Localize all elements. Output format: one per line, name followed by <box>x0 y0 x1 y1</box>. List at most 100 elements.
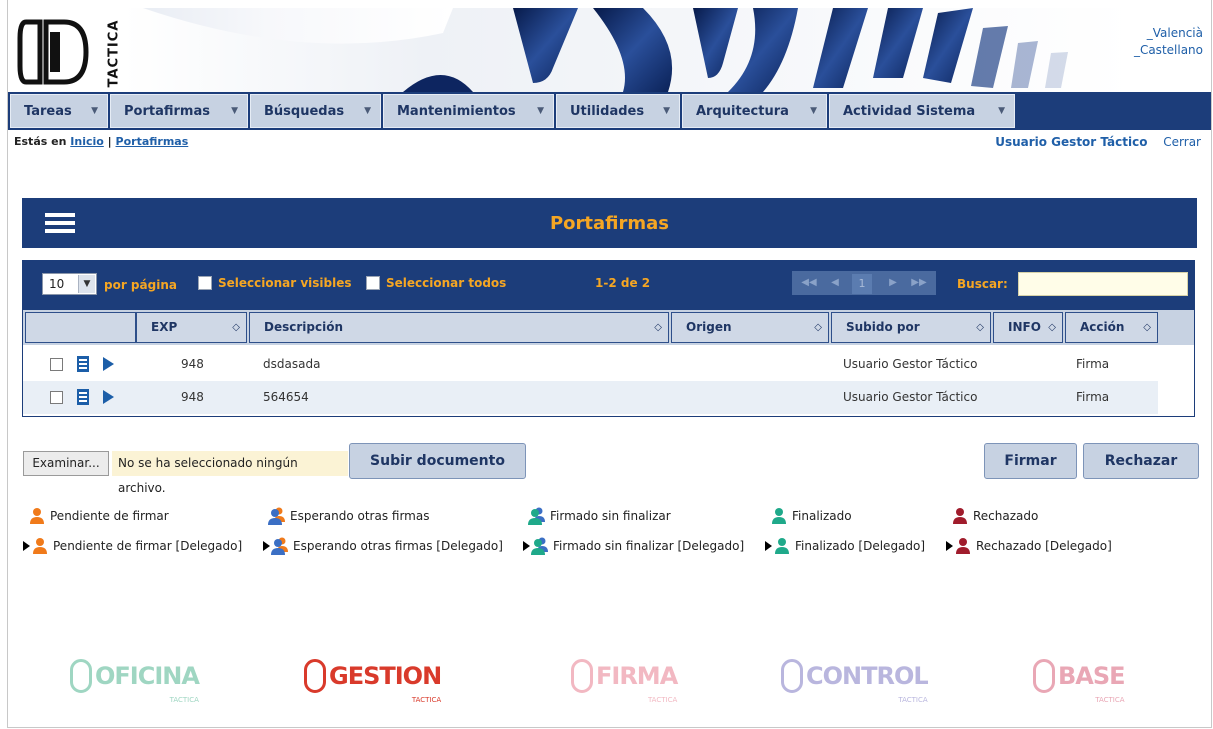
oficina-logo[interactable]: OFICINA TACTICA <box>70 652 200 704</box>
current-page[interactable]: 1 <box>852 274 872 294</box>
select-visible-label[interactable]: Seleccionar visibles <box>218 276 352 290</box>
sort-icon: ◇ <box>814 322 822 333</box>
per-page-label: por página <box>104 278 177 292</box>
logo-name: CONTROL <box>806 662 929 690</box>
logo-name: BASE <box>1058 662 1126 690</box>
search-input[interactable] <box>1018 272 1188 296</box>
app-window: TACTICA _Valencià _Castellano Tareas ▼ P… <box>7 0 1212 728</box>
document-icon[interactable] <box>77 356 89 372</box>
tactica-logo: TACTICA <box>16 8 121 92</box>
legend-label: Rechazado [Delegado] <box>976 539 1112 553</box>
breadcrumb: Estás en Inicio | Portafirmas <box>14 135 188 148</box>
select-visible-checkbox[interactable] <box>198 276 212 290</box>
column-label: Descripción <box>264 320 343 334</box>
legend-label: Rechazado <box>973 509 1039 523</box>
legend-rejected: Rechazado <box>951 506 1038 526</box>
table-row[interactable]: 948 564654 Usuario Gestor Táctico Firma <box>23 381 1158 414</box>
document-icon[interactable] <box>77 389 89 405</box>
breadcrumb-prefix: Estás en <box>14 135 67 148</box>
cell-subido-por: Usuario Gestor Táctico <box>843 357 978 371</box>
menu-busquedas[interactable]: Búsquedas ▼ <box>250 94 381 128</box>
oficina-mark-icon <box>70 659 92 693</box>
grid-toolbar: 10 ▼ por página Seleccionar visibles Sel… <box>23 261 1194 310</box>
lang-castellano-link[interactable]: _Castellano <box>1134 42 1203 59</box>
select-all-label[interactable]: Seleccionar todos <box>386 276 506 290</box>
upload-document-button[interactable]: Subir documento <box>349 443 526 479</box>
sign-button[interactable]: Firmar <box>984 443 1077 479</box>
logo-text: TACTICA <box>106 19 122 88</box>
row-checkbox[interactable] <box>50 391 63 404</box>
column-label: Acción <box>1080 320 1125 334</box>
table-row[interactable]: 948 dsdasada Usuario Gestor Táctico Firm… <box>23 348 1158 381</box>
menu-arquitectura[interactable]: Arquitectura ▼ <box>682 94 827 128</box>
pagination: ◀◀ ◀ 1 ▶ ▶▶ <box>792 271 936 295</box>
search-label: Buscar: <box>957 277 1008 291</box>
first-page-icon[interactable]: ◀◀ <box>798 274 820 292</box>
legend-label: Esperando otras firmas <box>290 509 430 523</box>
menu-portafirmas[interactable]: Portafirmas ▼ <box>110 94 248 128</box>
users-green-icon <box>528 507 545 525</box>
menu-actividad-sistema[interactable]: Actividad Sistema ▼ <box>829 94 1015 128</box>
arrow-right-icon <box>765 541 772 551</box>
column-exp[interactable]: EXP ◇ <box>136 312 247 343</box>
user-name[interactable]: Usuario Gestor Táctico <box>995 135 1147 149</box>
legend-pending: Pendiente de firmar <box>28 506 169 526</box>
chevron-down-icon: ▼ <box>91 106 98 116</box>
base-logo[interactable]: BASE TACTICA <box>1033 652 1126 704</box>
column-label: INFO <box>1008 320 1041 334</box>
gestion-logo[interactable]: GESTION TACTICA <box>304 652 442 704</box>
no-file-label: No se ha seleccionado ningún archivo. <box>112 451 348 495</box>
play-icon[interactable] <box>103 357 114 371</box>
last-page-icon[interactable]: ▶▶ <box>908 274 930 292</box>
page-size-select[interactable]: 10 ▼ <box>42 273 97 295</box>
column-origen[interactable]: Origen ◇ <box>671 312 829 343</box>
control-mark-icon <box>781 659 803 693</box>
legend-label: Esperando otras firmas [Delegado] <box>293 539 503 553</box>
select-all-checkbox[interactable] <box>366 276 380 290</box>
column-label: EXP <box>151 320 178 334</box>
breadcrumb-home-link[interactable]: Inicio <box>70 135 104 148</box>
users-green-icon <box>531 537 548 555</box>
column-label: Origen <box>686 320 732 334</box>
page-title-bar: Portafirmas <box>22 198 1197 248</box>
browse-button[interactable]: Examinar... <box>23 451 109 476</box>
firma-logo[interactable]: FIRMA TACTICA <box>571 652 678 704</box>
legend-label: Pendiente de firmar [Delegado] <box>53 539 243 553</box>
menu-utilidades[interactable]: Utilidades ▼ <box>556 94 680 128</box>
menu-label: Actividad Sistema <box>843 103 976 119</box>
main-menu: Tareas ▼ Portafirmas ▼ Búsquedas ▼ Mantenim… <box>8 92 1211 130</box>
column-descripcion[interactable]: Descripción ◇ <box>249 312 669 343</box>
table-header: EXP ◇ Descripción ◇ Origen ◇ Subido por ◇ IN… <box>23 310 1194 345</box>
next-page-icon[interactable]: ▶ <box>882 274 904 292</box>
column-info[interactable]: INFO ◇ <box>993 312 1063 343</box>
reject-button[interactable]: Rechazar <box>1083 443 1199 479</box>
column-accion[interactable]: Acción ◇ <box>1065 312 1158 343</box>
arrow-right-icon <box>523 541 530 551</box>
menu-mantenimientos[interactable]: Mantenimientos ▼ <box>383 94 554 128</box>
column-label: Subido por <box>846 320 920 334</box>
user-area: Usuario Gestor Táctico Cerrar <box>995 135 1201 149</box>
logout-link[interactable]: Cerrar <box>1163 135 1201 149</box>
range-label: 1-2 de 2 <box>595 276 651 290</box>
menu-label: Portafirmas <box>124 103 210 119</box>
row-checkbox[interactable] <box>50 358 63 371</box>
menu-label: Arquitectura <box>696 103 789 119</box>
lang-valencia-link[interactable]: _Valencià <box>1134 25 1203 42</box>
play-icon[interactable] <box>103 390 114 404</box>
sort-icon: ◇ <box>1048 322 1056 333</box>
breadcrumb-current-link[interactable]: Portafirmas <box>116 135 189 148</box>
column-select <box>25 312 136 343</box>
menu-label: Búsquedas <box>264 103 345 119</box>
prev-page-icon[interactable]: ◀ <box>824 274 846 292</box>
cell-descripcion: dsdasada <box>263 357 321 371</box>
menu-tareas[interactable]: Tareas ▼ <box>10 94 108 128</box>
legend-signed-not-finished: Firmado sin finalizar <box>528 506 671 526</box>
control-logo[interactable]: CONTROL TACTICA <box>781 652 929 704</box>
gestion-mark-icon <box>304 659 326 693</box>
legend-finished-delegated: Finalizado [Delegado] <box>765 536 925 556</box>
chevron-down-icon: ▼ <box>663 106 670 116</box>
logo-sub: TACTICA <box>898 696 928 704</box>
legend-label: Finalizado [Delegado] <box>795 539 926 553</box>
column-subido-por[interactable]: Subido por ◇ <box>831 312 991 343</box>
logo-name: OFICINA <box>95 662 200 690</box>
